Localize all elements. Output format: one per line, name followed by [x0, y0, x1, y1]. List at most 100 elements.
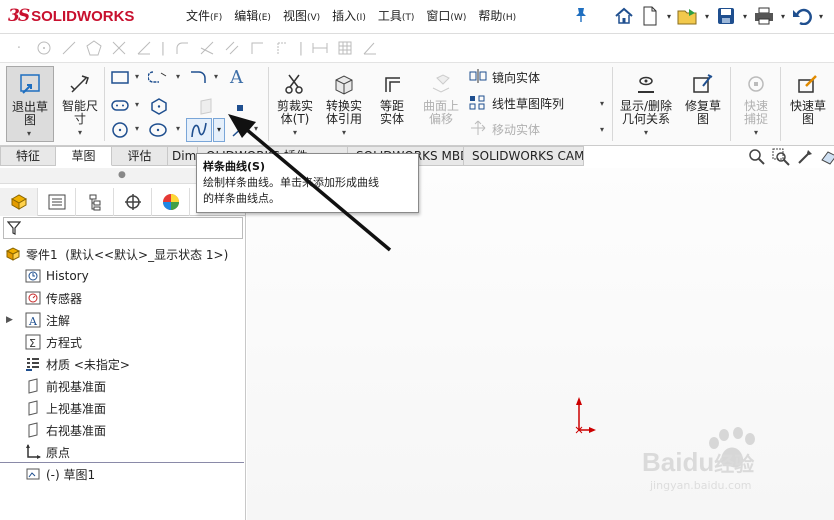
chevron-down-icon[interactable]: ▾	[135, 72, 139, 81]
print-icon[interactable]	[752, 4, 776, 28]
chevron-down-icon[interactable]: ▾	[176, 124, 180, 133]
polygon-tool-icon[interactable]	[150, 97, 172, 117]
command-manager-ribbon: 退出草图 ▾ 智能尺寸 ▾ ▾ ▾ ▾ A ▾ ▾ ▾ ▾ ▾ 剪裁实体(T) …	[0, 63, 834, 146]
rapid-sketch-button[interactable]: 快速草图	[784, 68, 832, 126]
linear-pattern-label: 线性草图阵列	[492, 97, 565, 111]
chevron-down-icon[interactable]: ▾	[176, 72, 180, 81]
dimxpert-manager-tab[interactable]	[114, 188, 152, 216]
chevron-down-icon[interactable]: ▾	[135, 100, 139, 109]
menu-bar: 文件(F) 编辑(E) 视图(V) 插入(I) 工具(T) 窗口(W) 帮助(H…	[180, 6, 522, 26]
menu-window[interactable]: 窗口(W)	[420, 6, 472, 26]
arc-icon[interactable]	[188, 69, 210, 89]
tab-sketch[interactable]: 草图	[56, 146, 112, 166]
angle-icon[interactable]	[133, 37, 155, 59]
previous-view-icon[interactable]	[796, 148, 814, 169]
tree-root-part[interactable]: 零件1 (默认<<默认>_显示状态 1>)	[4, 243, 228, 265]
grid-icon[interactable]	[334, 37, 356, 59]
chevron-down-icon[interactable]: ▾	[754, 126, 758, 139]
menu-help[interactable]: 帮助(H)	[472, 6, 522, 26]
polygon-icon[interactable]	[83, 37, 105, 59]
display-manager-tab[interactable]	[152, 188, 190, 216]
cross-icon[interactable]	[108, 37, 130, 59]
vertical-icon[interactable]	[271, 37, 293, 59]
tree-item-right-plane[interactable]: 右视基准面	[24, 419, 106, 441]
tree-item-front-plane[interactable]: 前视基准面	[24, 375, 106, 397]
zoom-to-fit-icon[interactable]	[748, 148, 766, 169]
collapse-handle-icon[interactable]: ●	[118, 170, 126, 180]
chevron-down-icon[interactable]: ▾	[135, 124, 139, 133]
exit-sketch-button[interactable]: 退出草图 ▾	[6, 66, 54, 142]
chevron-down-icon[interactable]: ▾	[816, 12, 826, 21]
dimension-icon[interactable]	[309, 37, 331, 59]
chevron-down-icon[interactable]: ▾	[78, 126, 82, 139]
separator	[730, 67, 731, 141]
circle-icon[interactable]	[33, 37, 55, 59]
configuration-manager-tab[interactable]	[76, 188, 114, 216]
menu-file[interactable]: 文件(F)	[180, 6, 228, 26]
tree-item-sketch1[interactable]: (-) 草图1	[24, 463, 95, 485]
menu-tools[interactable]: 工具(T)	[372, 6, 421, 26]
chevron-down-icon[interactable]: ▾	[600, 99, 604, 108]
menu-insert[interactable]: 插入(I)	[326, 6, 372, 26]
parallel-icon[interactable]	[221, 37, 243, 59]
tree-item-history[interactable]: History	[24, 265, 89, 287]
tree-filter[interactable]	[3, 217, 243, 239]
quick-snaps-button[interactable]: 快速捕捉 ▾	[734, 68, 778, 139]
chevron-down-icon[interactable]: ▾	[702, 12, 712, 21]
chevron-down-icon[interactable]: ▾	[740, 12, 750, 21]
menu-view[interactable]: 视图(V)	[277, 6, 326, 26]
fillet-icon[interactable]	[171, 37, 193, 59]
logo-area: 3S SOLIDWORKS	[0, 0, 158, 33]
tree-item-annotations[interactable]: ▶ A 注解	[6, 309, 70, 331]
extend-icon[interactable]	[196, 37, 218, 59]
text-icon[interactable]: A	[230, 67, 252, 89]
corner-icon[interactable]	[246, 37, 268, 59]
angle-dimension-icon[interactable]	[359, 37, 381, 59]
slot-straight-icon[interactable]	[110, 97, 132, 117]
tab-features[interactable]: 特征	[0, 146, 56, 166]
section-view-icon[interactable]	[820, 148, 834, 169]
home-icon[interactable]	[612, 4, 636, 28]
open-folder-icon[interactable]	[676, 4, 700, 28]
move-entities-button[interactable]: 移动实体	[468, 120, 540, 139]
chevron-down-icon[interactable]: ▾	[214, 72, 218, 81]
linear-pattern-button[interactable]: 线性草图阵列	[468, 94, 564, 113]
tree-item-top-plane[interactable]: 上视基准面	[24, 397, 106, 419]
zoom-area-icon[interactable]	[772, 148, 790, 169]
convert-entities-icon	[328, 68, 360, 100]
chevron-down-icon[interactable]: ▾	[27, 129, 31, 138]
mirror-entities-button[interactable]: 镜向实体	[468, 68, 540, 87]
save-icon[interactable]	[714, 4, 738, 28]
expand-arrow-icon[interactable]: ▶	[6, 315, 18, 325]
tab-solidworks-cam[interactable]: SOLIDWORKS CAM	[464, 146, 584, 166]
chevron-down-icon[interactable]: ▾	[644, 126, 648, 139]
new-document-icon[interactable]	[638, 4, 662, 28]
point-icon[interactable]: ·	[8, 37, 30, 59]
tab-evaluate[interactable]: 评估	[112, 146, 168, 166]
property-manager-tab[interactable]	[38, 188, 76, 216]
line-icon[interactable]	[58, 37, 80, 59]
smart-dimension-button[interactable]: 智能尺寸 ▾	[58, 68, 102, 139]
spline-button[interactable]	[186, 118, 212, 142]
tree-item-material[interactable]: 材质 <未指定>	[24, 353, 130, 375]
undo-icon[interactable]	[790, 4, 814, 28]
chevron-down-icon[interactable]: ▾	[778, 12, 788, 21]
rectangle-icon[interactable]	[110, 69, 132, 89]
pin-icon[interactable]	[574, 7, 588, 27]
slot-icon[interactable]	[147, 69, 172, 89]
circle-tool-icon[interactable]	[110, 121, 132, 141]
chevron-down-icon[interactable]: ▾	[600, 125, 604, 134]
tab-dimxpert[interactable]: Dim	[168, 146, 198, 166]
point-tool-icon[interactable]	[236, 101, 246, 111]
display-relations-button[interactable]: 显示/删除几何关系 ▾	[616, 68, 676, 139]
repair-sketch-button[interactable]: 修复草图	[680, 68, 726, 126]
tree-item-equations[interactable]: Σ 方程式	[24, 331, 82, 353]
tree-item-origin[interactable]: 原点	[24, 441, 70, 463]
ellipse-icon[interactable]	[148, 121, 170, 141]
material-icon	[24, 355, 42, 373]
feature-manager-tab[interactable]	[0, 188, 38, 216]
tree-item-sensors[interactable]: 传感器	[24, 287, 82, 309]
menu-edit[interactable]: 编辑(E)	[228, 6, 277, 26]
chevron-down-icon[interactable]: ▾	[664, 12, 674, 21]
offset-on-surface-button[interactable]: 曲面上偏移	[418, 68, 464, 126]
